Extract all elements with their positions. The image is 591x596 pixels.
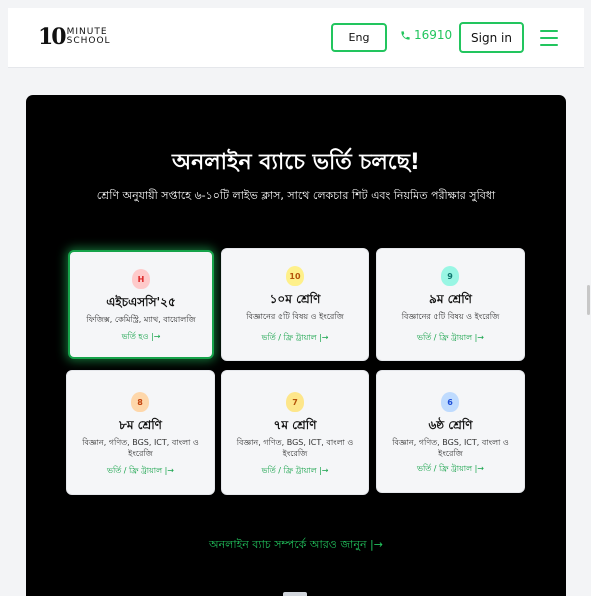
- batch-card-link[interactable]: ভর্তি হও |→: [70, 331, 212, 344]
- batch-card-description: বিজ্ঞানের ৫টি বিষয় ও ইংরেজি: [246, 312, 344, 321]
- batch-card-class-9[interactable]: 9 ৯ম শ্রেণি বিজ্ঞানের ৫টি বিষয় ও ইংরেজি…: [376, 248, 525, 361]
- batch-card-link[interactable]: ভর্তি / ফ্রি ট্রায়াল |→: [222, 332, 368, 345]
- logo-word-school: SCHOOL: [66, 36, 111, 46]
- class-badge-icon: 6: [441, 392, 459, 412]
- batch-card-title: এইচএসসি'২৫: [106, 295, 176, 309]
- bottom-handle: [283, 592, 307, 596]
- phone-icon: [401, 30, 410, 40]
- hotline-number: 16910: [414, 28, 453, 42]
- class-badge-icon: 8: [131, 392, 149, 412]
- batch-card-hsc25[interactable]: H এইচএসসি'২৫ ফিজিক্স, কেমিস্ট্রি, ম্যাথ,…: [68, 250, 214, 359]
- batch-card-description: বিজ্ঞানের ৫টি বিষয় ও ইংরেজি: [401, 312, 500, 321]
- batch-card-description: ফিজিক্স, কেমিস্ট্রি, ম্যাথ, বায়োলজি: [86, 315, 196, 324]
- learn-more-link[interactable]: অনলাইন ব্যাচ সম্পর্কে আরও জানুন |→: [26, 536, 566, 555]
- batch-card-class-7[interactable]: 7 ৭ম শ্রেণি বিজ্ঞান, গণিত, BGS, ICT, বাং…: [221, 370, 369, 495]
- section-subtitle: শ্রেণি অনুযায়ী সপ্তাহে ৬-১০টি লাইভ ক্লা…: [96, 189, 496, 202]
- batch-card-title: ৮ম শ্রেণি: [119, 418, 162, 432]
- language-toggle-button[interactable]: Eng: [331, 23, 387, 52]
- top-navbar: 10 MINUTE SCHOOL Eng 16910 Sign in: [8, 8, 584, 68]
- batch-card-description: বিজ্ঞান, গণিত, BGS, ICT, বাংলা ও ইংরেজি: [392, 438, 509, 458]
- online-batch-section: অনলাইন ব্যাচে ভর্তি চলছে! শ্রেণি অনুযায়…: [26, 95, 566, 596]
- hotline-link[interactable]: 16910: [400, 28, 452, 42]
- class-badge-icon: H: [132, 269, 150, 289]
- batch-card-class-6[interactable]: 6 ৬ষ্ঠ শ্রেণি বিজ্ঞান, গণিত, BGS, ICT, ব…: [376, 370, 525, 493]
- batch-card-link[interactable]: ভর্তি / ফ্রি ট্রায়াল |→: [67, 465, 214, 478]
- batch-card-description: বিজ্ঞান, গণিত, BGS, ICT, বাংলা ও ইংরেজি: [82, 438, 199, 458]
- hamburger-menu-icon[interactable]: [540, 30, 558, 46]
- batch-card-link[interactable]: ভর্তি / ফ্রি ট্রায়াল |→: [222, 465, 368, 478]
- logo-number: 10: [38, 24, 67, 50]
- batch-card-title: ১০ম শ্রেণি: [269, 292, 321, 306]
- batch-card-title: ৬ষ্ঠ শ্রেণি: [428, 418, 473, 432]
- batch-card-title: ৯ম শ্রেণি: [429, 292, 472, 306]
- section-title: অনলাইন ব্যাচে ভর্তি চলছে!: [172, 150, 420, 175]
- logo-words: MINUTE SCHOOL: [67, 28, 111, 46]
- scrollbar-thumb[interactable]: [587, 285, 590, 315]
- batch-card-class-10[interactable]: 10 ১০ম শ্রেণি বিজ্ঞানের ৫টি বিষয় ও ইংরে…: [221, 248, 369, 361]
- batch-card-link[interactable]: ভর্তি / ফ্রি ট্রায়াল |→: [377, 332, 524, 345]
- 10-minute-school-logo[interactable]: 10 MINUTE SCHOOL: [38, 26, 111, 48]
- batch-card-class-8[interactable]: 8 ৮ম শ্রেণি বিজ্ঞান, গণিত, BGS, ICT, বাং…: [66, 370, 215, 495]
- signin-button[interactable]: Sign in: [459, 22, 524, 53]
- batch-card-link[interactable]: ভর্তি / ফ্রি ট্রায়াল |→: [377, 463, 524, 476]
- class-badge-icon: 10: [286, 266, 304, 286]
- class-badge-icon: 7: [286, 392, 304, 412]
- batch-card-title: ৭ম শ্রেণি: [273, 418, 317, 432]
- class-badge-icon: 9: [441, 266, 459, 286]
- batch-card-description: বিজ্ঞান, গণিত, BGS, ICT, বাংলা ও ইংরেজি: [236, 438, 354, 458]
